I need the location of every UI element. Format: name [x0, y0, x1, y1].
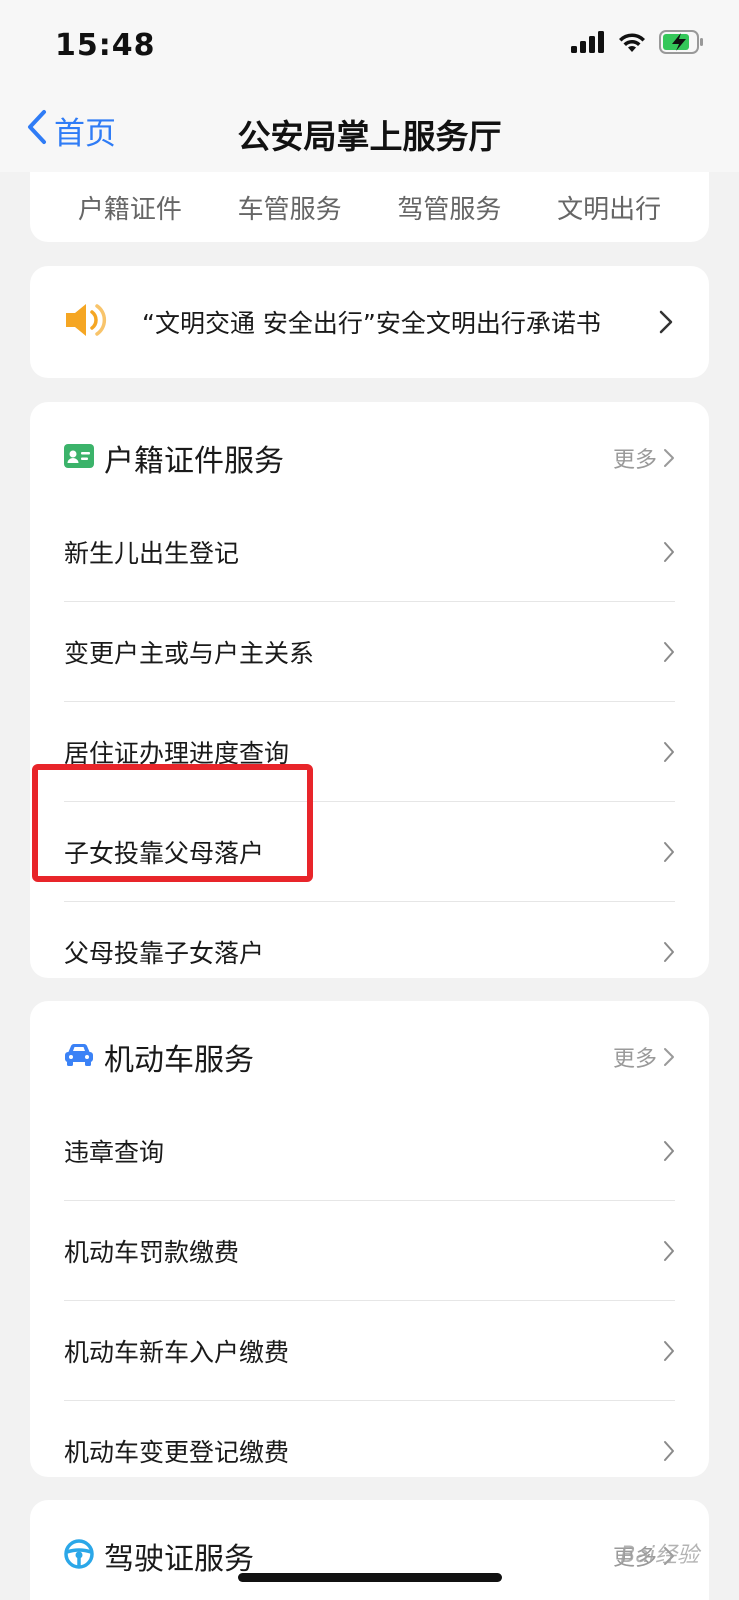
id-card-icon	[64, 444, 94, 472]
chevron-right-icon	[664, 641, 674, 662]
list-item[interactable]: 机动车新车入户缴费	[64, 1301, 675, 1401]
section-title: 户籍证件服务	[104, 444, 284, 479]
tab-household[interactable]: 户籍证件	[78, 189, 182, 226]
list-item[interactable]: 新生儿出生登记	[64, 502, 675, 602]
license-services-card: 驾驶证服务 更多	[30, 1500, 709, 1600]
chevron-right-icon	[664, 841, 674, 862]
list-item[interactable]: 变更户主或与户主关系	[64, 602, 675, 702]
list-item[interactable]: 机动车变更登记缴费	[64, 1401, 675, 1501]
tab-civilized-travel[interactable]: 文明出行	[557, 189, 661, 226]
list-item-label: 新生儿出生登记	[64, 538, 240, 568]
chevron-right-icon	[664, 1441, 674, 1461]
section-header: 驾驶证服务 更多	[30, 1512, 709, 1600]
list-item-label: 居住证办理进度查询	[64, 738, 290, 768]
home-indicator[interactable]	[238, 1573, 502, 1582]
signal-icon	[571, 31, 605, 57]
chevron-right-icon	[664, 1048, 674, 1066]
watermark: Bai经验	[620, 1543, 699, 1568]
section-title: 驾驶证服务	[104, 1542, 254, 1577]
list-item[interactable]: 子女投靠父母落户	[64, 802, 675, 902]
more-link[interactable]: 更多	[613, 442, 675, 474]
list-item-label: 父母投靠子女落户	[64, 939, 265, 968]
more-label: 更多	[612, 1047, 657, 1072]
status-time: 15:48	[55, 28, 156, 63]
back-label: 首页	[54, 116, 116, 152]
chevron-right-icon	[651, 307, 681, 337]
notice-text: “文明交通 安全出行”安全文明出行承诺书	[142, 309, 601, 338]
chevron-right-icon	[664, 942, 674, 962]
chevron-right-icon	[664, 1340, 674, 1361]
wifi-icon	[617, 31, 647, 57]
steering-wheel-icon	[64, 1539, 94, 1573]
household-services-card: 户籍证件服务 更多 新生儿出生登记 变更户主或与户主关系 居住证办理进度查询 子…	[30, 402, 709, 978]
chevron-right-icon	[664, 1140, 674, 1161]
status-icons	[571, 30, 705, 58]
list-item-label: 子女投靠父母落户	[64, 838, 265, 868]
chevron-left-icon	[26, 109, 48, 153]
section-title: 机动车服务	[104, 1043, 254, 1078]
list-item[interactable]: 居住证办理进度查询	[64, 702, 675, 802]
list-item[interactable]: 违章查询	[64, 1101, 675, 1201]
chevron-right-icon	[664, 449, 674, 467]
list-item-label: 违章查询	[64, 1137, 165, 1167]
more-link[interactable]: 更多	[613, 1041, 675, 1073]
vehicle-services-card: 机动车服务 更多 违章查询 机动车罚款缴费 机动车新车入户缴费 机动车变更登记缴…	[30, 1001, 709, 1477]
section-header: 机动车服务 更多	[30, 1013, 709, 1101]
status-bar: 15:48	[0, 0, 739, 96]
notice-banner[interactable]: “文明交通 安全出行”安全文明出行承诺书	[30, 266, 709, 378]
section-header: 户籍证件服务 更多	[30, 414, 709, 502]
chevron-right-icon	[664, 1240, 674, 1261]
car-icon	[64, 1043, 94, 1071]
back-button[interactable]: 首页	[26, 108, 116, 153]
list-item[interactable]: 父母投靠子女落户	[64, 902, 675, 1002]
category-tabs: 户籍证件 车管服务 驾管服务 文明出行	[30, 172, 709, 242]
battery-charging-icon	[659, 30, 705, 58]
chevron-right-icon	[664, 741, 674, 762]
list-item-label: 机动车新车入户缴费	[64, 1337, 290, 1367]
chevron-right-icon	[664, 541, 674, 562]
more-label: 更多	[612, 448, 657, 473]
list-item-label: 机动车罚款缴费	[64, 1237, 240, 1267]
tab-license[interactable]: 驾管服务	[397, 189, 501, 226]
speaker-icon	[64, 300, 108, 344]
list-item-label: 机动车变更登记缴费	[64, 1438, 290, 1467]
nav-bar: 公安局掌上服务厅 首页	[0, 96, 739, 172]
tab-vehicle[interactable]: 车管服务	[238, 189, 342, 226]
list-item[interactable]: 机动车罚款缴费	[64, 1201, 675, 1301]
list-item-label: 变更户主或与户主关系	[64, 638, 315, 668]
